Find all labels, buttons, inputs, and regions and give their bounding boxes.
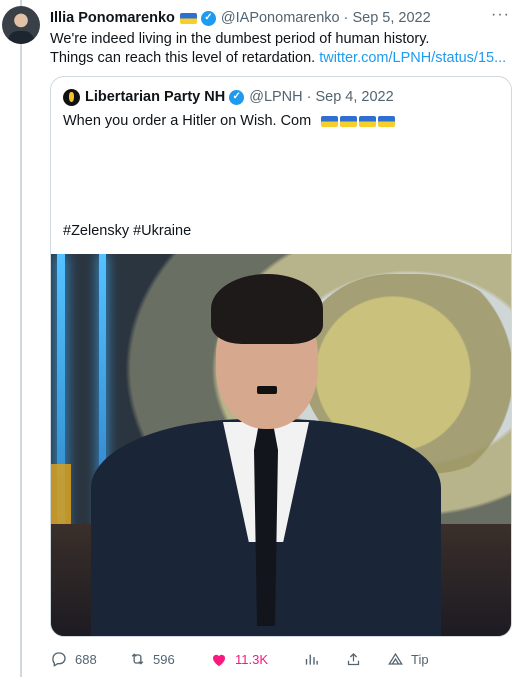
tip-button[interactable]: Tip	[386, 650, 429, 668]
quoted-avatar[interactable]	[63, 88, 80, 106]
quoted-author-name[interactable]: Libertarian Party NH	[85, 89, 225, 105]
retweet-count: 596	[153, 651, 175, 667]
quoted-header: Libertarian Party NH ✓ @LPNH · Sep 4, 20…	[63, 88, 394, 106]
reply-count: 688	[75, 651, 97, 667]
author-name[interactable]: Illia Ponomarenko	[50, 10, 175, 26]
quoted-handle[interactable]: @LPNH	[249, 89, 302, 105]
thread-line	[20, 0, 22, 677]
quoted-photo[interactable]	[51, 254, 511, 636]
quoted-text-body: When you order a Hitler on Wish. Com	[63, 113, 312, 129]
drawn-mustache	[257, 386, 277, 394]
separator-dot: ·	[306, 89, 312, 105]
quoted-tweet[interactable]: Libertarian Party NH ✓ @LPNH · Sep 4, 20…	[50, 76, 512, 637]
like-count: 11.3K	[235, 651, 269, 667]
tweet-header: Illia Ponomarenko ✓ @IAPonomarenko · Sep…	[50, 6, 510, 28]
tweet-link[interactable]: twitter.com/LPNH/status/15...	[319, 50, 506, 66]
verified-badge-icon: ✓	[229, 89, 245, 105]
author-handle[interactable]: @IAPonomarenko	[221, 10, 340, 26]
ukraine-flags	[321, 115, 396, 127]
tweet-text-line-1: We're indeed living in the dumbest perio…	[50, 31, 430, 47]
retweet-arrows-icon	[128, 650, 146, 668]
ukraine-flag-icon	[378, 115, 396, 127]
verified-badge-icon: ✓	[200, 10, 216, 26]
tweet-text: We're indeed living in the dumbest perio…	[50, 30, 510, 68]
person-hair	[211, 274, 323, 344]
author-avatar[interactable]	[2, 6, 40, 44]
tweet-date[interactable]: Sep 5, 2022	[352, 10, 430, 26]
tweet-text-line-2: Things can reach this level of retardati…	[50, 49, 510, 68]
ukraine-flag-icon	[321, 115, 339, 127]
more-options-icon[interactable]: ···	[491, 6, 510, 24]
like-button[interactable]: 11.3K	[210, 650, 302, 668]
reply-button[interactable]: 688	[50, 650, 128, 668]
retweet-button[interactable]: 596	[128, 650, 210, 668]
quoted-hashtags[interactable]: #Zelensky #Ukraine	[63, 223, 191, 239]
tip-icon	[386, 650, 404, 668]
ukraine-flag-icon	[359, 115, 377, 127]
separator-dot: ·	[343, 10, 349, 26]
views-button[interactable]	[302, 650, 344, 668]
quoted-date[interactable]: Sep 4, 2022	[315, 89, 393, 105]
quoted-text: When you order a Hitler on Wish. Com	[63, 111, 503, 131]
speech-bubble-icon	[50, 650, 68, 668]
bar-chart-icon	[302, 650, 320, 668]
tip-label: Tip	[411, 651, 429, 667]
ukraine-flag-icon	[340, 115, 358, 127]
tweet-text-line-2-body: Things can reach this level of retardati…	[50, 50, 316, 66]
ukraine-flag-icon	[179, 12, 197, 24]
share-button[interactable]	[344, 650, 386, 668]
share-upload-icon	[344, 650, 362, 668]
heart-icon	[210, 650, 228, 668]
action-bar: 688 596 11.3K Tip	[50, 648, 490, 670]
